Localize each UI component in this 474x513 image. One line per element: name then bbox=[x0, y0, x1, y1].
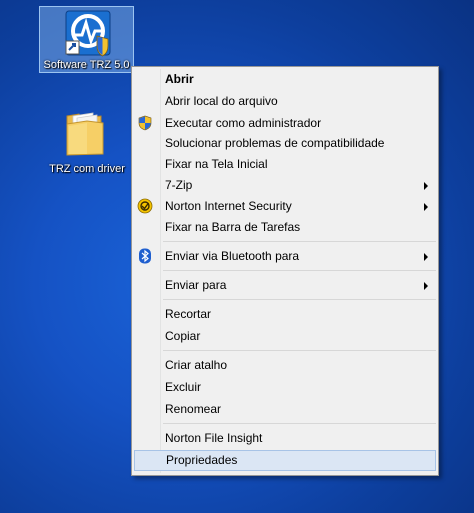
menu-item-label: Copiar bbox=[165, 329, 201, 343]
submenu-arrow-icon bbox=[424, 182, 428, 190]
desktop-icon-label: TRZ com driver bbox=[49, 163, 125, 175]
menu-item-label: 7-Zip bbox=[165, 178, 193, 192]
menu-item-abrir[interactable]: Abrir bbox=[134, 69, 436, 90]
menu-item-label: Norton Internet Security bbox=[165, 199, 292, 213]
menu-item-criar-atalho[interactable]: Criar atalho bbox=[134, 355, 436, 376]
menu-item-norton-file-insight[interactable]: Norton File Insight bbox=[134, 428, 436, 449]
norton-icon bbox=[137, 198, 153, 214]
menu-item-label: Recortar bbox=[165, 307, 212, 321]
menu-item-abrir-local[interactable]: Abrir local do arquivo bbox=[134, 91, 436, 112]
trz-app-shortcut-icon bbox=[65, 10, 111, 57]
menu-item-enviar-para[interactable]: Enviar para bbox=[134, 275, 436, 296]
menu-item-fixar-barra-tarefas[interactable]: Fixar na Barra de Tarefas bbox=[134, 217, 436, 238]
menu-item-label: Propriedades bbox=[166, 453, 238, 467]
menu-item-label: Fixar na Tela Inicial bbox=[165, 157, 268, 171]
menu-item-propriedades[interactable]: Propriedades bbox=[134, 450, 436, 471]
menu-item-enviar-bluetooth[interactable]: Enviar via Bluetooth para bbox=[134, 246, 436, 267]
submenu-arrow-icon bbox=[424, 282, 428, 290]
menu-item-label: Executar como administrador bbox=[165, 116, 322, 130]
desktop-icon-software-trz[interactable]: Software TRZ 5.0 bbox=[39, 6, 134, 73]
menu-item-executar-admin[interactable]: Executar como administrador bbox=[134, 113, 436, 134]
menu-item-label: Norton File Insight bbox=[165, 431, 263, 445]
menu-separator bbox=[163, 241, 436, 242]
submenu-arrow-icon bbox=[424, 253, 428, 261]
menu-item-recortar[interactable]: Recortar bbox=[134, 304, 436, 325]
menu-item-label: Abrir local do arquivo bbox=[165, 94, 278, 108]
desktop-icon-trz-com-driver[interactable]: TRZ com driver bbox=[43, 108, 131, 180]
menu-item-copiar[interactable]: Copiar bbox=[134, 326, 436, 347]
bluetooth-icon bbox=[139, 248, 151, 264]
menu-item-renomear[interactable]: Renomear bbox=[134, 399, 436, 420]
menu-item-label: Solucionar problemas de compatibilidade bbox=[165, 136, 385, 150]
uac-shield-icon bbox=[138, 115, 152, 131]
menu-item-label: Fixar na Barra de Tarefas bbox=[165, 220, 301, 234]
menu-item-norton-internet-security[interactable]: Norton Internet Security bbox=[134, 196, 436, 217]
menu-item-label: Excluir bbox=[165, 380, 202, 394]
menu-item-label: Enviar para bbox=[165, 278, 227, 292]
menu-item-7zip[interactable]: 7-Zip bbox=[134, 175, 436, 196]
menu-item-solucionar-compat[interactable]: Solucionar problemas de compatibilidade bbox=[134, 133, 436, 154]
menu-separator bbox=[163, 423, 436, 424]
folder-icon bbox=[66, 112, 104, 156]
menu-item-excluir[interactable]: Excluir bbox=[134, 377, 436, 398]
menu-separator bbox=[163, 270, 436, 271]
menu-separator bbox=[163, 299, 436, 300]
menu-item-fixar-tela-inicial[interactable]: Fixar na Tela Inicial bbox=[134, 154, 436, 175]
menu-item-label: Enviar via Bluetooth para bbox=[165, 249, 300, 263]
menu-item-label: Renomear bbox=[165, 402, 222, 416]
context-menu: Abrir Abrir local do arquivo Executar co… bbox=[131, 66, 439, 476]
submenu-arrow-icon bbox=[424, 203, 428, 211]
menu-item-label: Criar atalho bbox=[165, 358, 228, 372]
menu-item-label: Abrir bbox=[165, 72, 194, 86]
desktop-icon-label: Software TRZ 5.0 bbox=[43, 59, 130, 71]
menu-separator bbox=[163, 350, 436, 351]
